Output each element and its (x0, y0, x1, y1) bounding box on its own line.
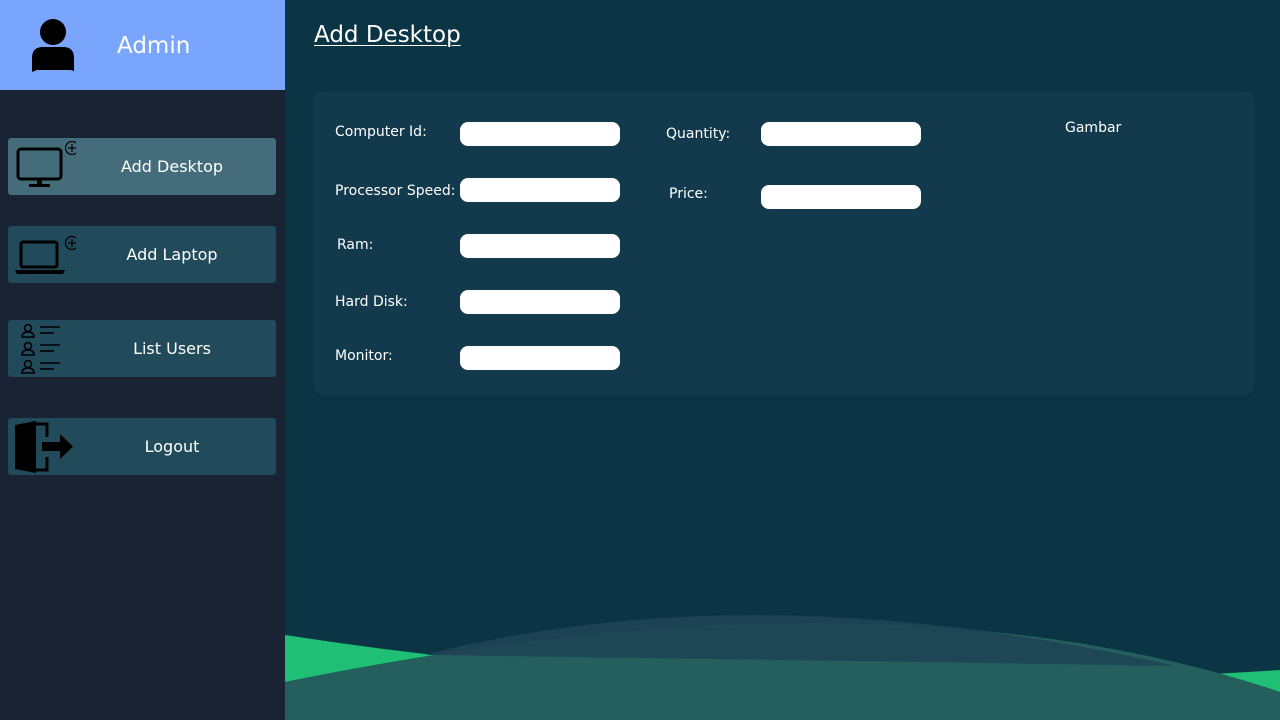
hard-disk-label: Hard Disk: (335, 294, 408, 310)
user-avatar-icon (32, 19, 74, 72)
laptop-add-icon (15, 235, 76, 274)
computer-id-input[interactable] (460, 122, 620, 146)
computer-id-label: Computer Id: (335, 124, 427, 140)
price-label: Price: (669, 186, 708, 202)
admin-name: Admin (117, 33, 191, 59)
sidebar-item-add-desktop[interactable]: Add Desktop (8, 138, 276, 195)
page-title: Add Desktop (314, 22, 461, 48)
sidebar-item-logout[interactable]: Logout (8, 418, 276, 475)
sidebar-item-label: Logout (144, 437, 200, 456)
user-list-icon (21, 323, 60, 374)
processor-speed-label: Processor Speed: (335, 183, 456, 199)
quantity-input[interactable] (761, 122, 921, 146)
monitor-label: Monitor: (335, 348, 393, 364)
main-content: Add Desktop Computer Id: Processor Speed… (285, 0, 1280, 720)
ram-input[interactable] (460, 234, 620, 258)
hard-disk-input[interactable] (460, 290, 620, 314)
monitor-input[interactable] (460, 346, 620, 370)
sidebar: Admin Add Desktop Add Laptop List Users … (0, 0, 285, 720)
sidebar-item-label: List Users (133, 339, 211, 358)
sidebar-item-add-laptop[interactable]: Add Laptop (8, 226, 276, 283)
sidebar-item-list-users[interactable]: List Users (8, 320, 276, 377)
processor-speed-input[interactable] (460, 178, 620, 202)
quantity-label: Quantity: (666, 126, 731, 142)
logout-icon (15, 421, 73, 473)
ram-label: Ram: (337, 237, 374, 253)
add-desktop-form: Computer Id: Processor Speed: Ram: Hard … (314, 91, 1254, 395)
decorative-waves (285, 615, 1280, 720)
sidebar-item-label: Add Laptop (126, 245, 218, 264)
sidebar-item-label: Add Desktop (120, 157, 224, 176)
sidebar-header: Admin (0, 0, 285, 90)
image-label: Gambar (1065, 120, 1122, 136)
desktop-add-icon (16, 141, 76, 187)
price-input[interactable] (761, 185, 921, 209)
